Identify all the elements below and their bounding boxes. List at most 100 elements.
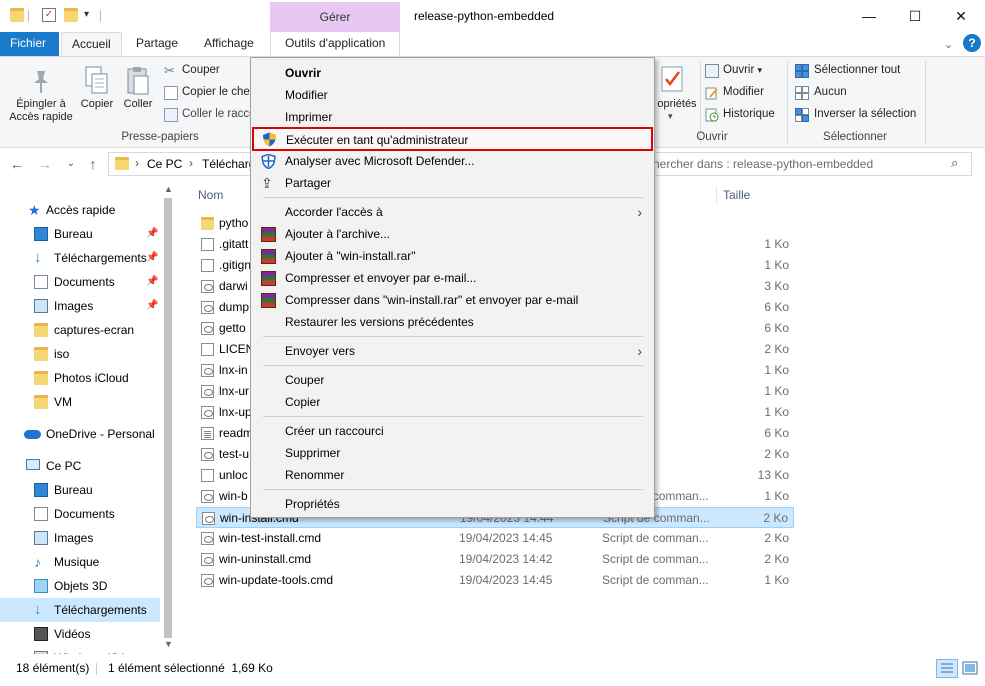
forward-button[interactable]: → bbox=[36, 154, 54, 174]
close-button[interactable]: ✕ bbox=[938, 4, 984, 28]
cloud-icon bbox=[24, 430, 41, 439]
nav-pc-images[interactable]: Images bbox=[0, 526, 160, 550]
menu-item-send-to[interactable]: Envoyer vers › bbox=[251, 340, 654, 362]
nav-item-captures-ecran[interactable]: captures-ecran bbox=[0, 318, 160, 342]
menu-item-open[interactable]: Ouvrir bbox=[251, 62, 654, 84]
breadcrumb-downloads[interactable]: Télécharg bbox=[202, 157, 255, 171]
menu-item-compress-email[interactable]: Compresser et envoyer par e-mail... bbox=[251, 267, 654, 289]
file-row[interactable]: win-uninstall.cmd 19/04/2023 14:42 Scrip… bbox=[196, 549, 794, 570]
nav-item-documents[interactable]: Documents 📌 bbox=[0, 270, 160, 294]
nav-pc-windows-drive[interactable]: Windows (C:) bbox=[0, 646, 160, 654]
menu-item-run-as-admin[interactable]: Exécuter en tant qu'administrateur bbox=[252, 127, 653, 151]
menu-item-properties[interactable]: Propriétés bbox=[251, 493, 654, 515]
file-size: 6 Ko bbox=[764, 300, 789, 314]
menu-item-defender[interactable]: Analyser avec Microsoft Defender... bbox=[251, 150, 654, 172]
cut-button[interactable]: Couper bbox=[182, 64, 220, 76]
menu-item-copy[interactable]: Copier bbox=[251, 391, 654, 413]
menu-item-add-rar[interactable]: Ajouter à "win-install.rar" bbox=[251, 245, 654, 267]
column-header-size[interactable]: Taille bbox=[723, 184, 750, 206]
scroll-up-arrow[interactable]: ▲ bbox=[164, 184, 173, 194]
invert-selection-button[interactable]: Inverser la sélection bbox=[814, 108, 916, 120]
new-folder-icon[interactable] bbox=[64, 8, 78, 22]
nav-onedrive[interactable]: OneDrive - Personal bbox=[0, 422, 160, 446]
file-row[interactable]: win-test-install.cmd 19/04/2023 14:45 Sc… bbox=[196, 528, 794, 549]
tab-file[interactable]: Fichier bbox=[0, 32, 59, 56]
pin-icon bbox=[28, 67, 54, 97]
edit-button[interactable]: Modifier bbox=[723, 86, 764, 98]
scroll-down-arrow[interactable]: ▼ bbox=[164, 639, 173, 649]
nav-this-pc[interactable]: Ce PC bbox=[0, 454, 160, 478]
copy-path-icon bbox=[164, 86, 178, 100]
menu-item-share[interactable]: ⇪ Partager bbox=[251, 172, 654, 194]
nav-item-vm[interactable]: VM bbox=[0, 390, 160, 414]
nav-item-desktop[interactable]: Bureau 📌 bbox=[0, 222, 160, 246]
tab-share[interactable]: Partage bbox=[126, 32, 188, 56]
tab-home[interactable]: Accueil bbox=[61, 32, 122, 56]
menu-item-delete[interactable]: Supprimer bbox=[251, 442, 654, 464]
nav-pc-documents[interactable]: Documents bbox=[0, 502, 160, 526]
breadcrumb-this-pc[interactable]: Ce PC bbox=[147, 157, 182, 171]
open-label: Ouvrir bbox=[723, 64, 755, 76]
nav-item-downloads[interactable]: ↓ Téléchargements 📌 bbox=[0, 246, 160, 270]
column-header-name[interactable]: Nom bbox=[198, 184, 223, 206]
history-button[interactable]: Historique bbox=[723, 108, 775, 120]
help-icon[interactable]: ? bbox=[963, 34, 981, 52]
column-divider[interactable] bbox=[716, 186, 717, 204]
nav-pc-music[interactable]: ♪ Musique bbox=[0, 550, 160, 574]
nav-pc-videos[interactable]: Vidéos bbox=[0, 622, 160, 646]
recent-locations-button[interactable]: ⌄ bbox=[62, 154, 80, 174]
details-view-icon[interactable] bbox=[936, 659, 958, 678]
search-field[interactable]: hercher dans : release-python-embedded ⌕ bbox=[652, 152, 972, 176]
nav-pc-desktop[interactable]: Bureau bbox=[0, 478, 160, 502]
paste-shortcut-button[interactable]: Coller le racco bbox=[182, 108, 256, 120]
properties-checkmark-icon[interactable]: ✓ bbox=[42, 8, 56, 22]
menu-item-add-archive[interactable]: Ajouter à l'archive... bbox=[251, 223, 654, 245]
up-button[interactable]: ↑ bbox=[84, 154, 102, 174]
file-date: 19/04/2023 14:42 bbox=[459, 552, 553, 566]
item-count: 18 élément(s) bbox=[16, 661, 90, 675]
large-icons-view-icon[interactable] bbox=[962, 660, 978, 676]
desktop-icon bbox=[34, 483, 48, 497]
nav-item-iso[interactable]: iso bbox=[0, 342, 160, 366]
menu-item-create-shortcut[interactable]: Créer un raccourci bbox=[251, 420, 654, 442]
menu-separator bbox=[263, 197, 643, 198]
minimize-button[interactable]: — bbox=[846, 4, 892, 28]
search-icon: ⌕ bbox=[951, 155, 959, 170]
nav-quick-access[interactable]: ★ Accès rapide bbox=[0, 198, 160, 222]
nav-item-images[interactable]: Images 📌 bbox=[0, 294, 160, 318]
menu-item-rename[interactable]: Renommer bbox=[251, 464, 654, 486]
file-name: readm bbox=[219, 426, 254, 440]
menu-item-compress-rar-email[interactable]: Compresser dans "win-install.rar" et env… bbox=[251, 289, 654, 311]
scroll-thumb[interactable] bbox=[164, 198, 172, 638]
images-icon bbox=[34, 531, 48, 545]
nav-item-photos-icloud[interactable]: Photos iCloud bbox=[0, 366, 160, 390]
open-button[interactable]: Ouvrir ▾ bbox=[723, 64, 762, 76]
nav-label: Téléchargements bbox=[54, 251, 147, 265]
menu-label: Propriétés bbox=[285, 497, 340, 511]
chevron-down-icon[interactable]: ▾ bbox=[668, 111, 673, 122]
properties-button[interactable]: opriétés bbox=[655, 98, 699, 111]
nav-pc-downloads[interactable]: ↓ Téléchargements bbox=[0, 598, 160, 622]
chevron-down-icon[interactable]: ⌄ bbox=[944, 38, 953, 51]
tab-app-tools[interactable]: Outils d'application bbox=[270, 32, 400, 56]
chevron-down-icon[interactable]: ▾ bbox=[84, 8, 98, 22]
paste-button[interactable]: Coller bbox=[118, 98, 158, 111]
menu-item-edit[interactable]: Modifier bbox=[251, 84, 654, 106]
file-row[interactable]: win-update-tools.cmd 19/04/2023 14:45 Sc… bbox=[196, 570, 794, 591]
select-all-button[interactable]: Sélectionner tout bbox=[814, 64, 900, 76]
menu-item-restore-versions[interactable]: Restaurer les versions précédentes bbox=[251, 311, 654, 333]
menu-item-grant-access[interactable]: Accorder l'accès à › bbox=[251, 201, 654, 223]
copy-path-button[interactable]: Copier le che bbox=[182, 86, 250, 98]
nav-scrollbar[interactable]: ▲ ▼ bbox=[160, 184, 176, 654]
open-group-label: Ouvrir bbox=[696, 131, 728, 143]
nav-pc-3d-objects[interactable]: Objets 3D bbox=[0, 574, 160, 598]
copy-button[interactable]: Copier bbox=[76, 98, 118, 111]
script-icon bbox=[201, 280, 214, 293]
pin-to-quick-access-button[interactable]: Épingler à Accès rapide bbox=[4, 98, 78, 124]
maximize-button[interactable]: ☐ bbox=[892, 4, 938, 28]
back-button[interactable]: ← bbox=[8, 154, 26, 174]
select-none-button[interactable]: Aucun bbox=[814, 86, 847, 98]
menu-item-cut[interactable]: Couper bbox=[251, 369, 654, 391]
tab-view[interactable]: Affichage bbox=[194, 32, 264, 56]
menu-item-print[interactable]: Imprimer bbox=[251, 106, 654, 128]
